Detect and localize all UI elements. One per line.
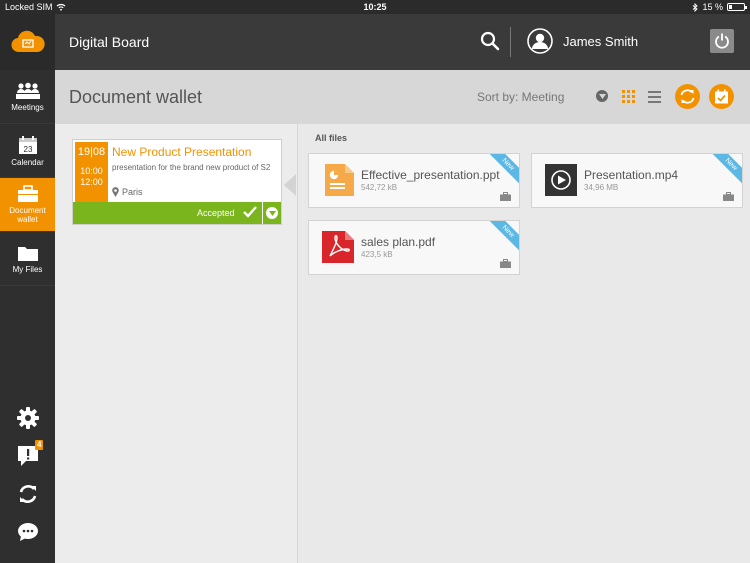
file-card[interactable]: Presentation.mp4 34,96 MB New (531, 153, 743, 208)
status-bar: Locked SIM 10:25 15 % (0, 0, 750, 14)
cloud-logo-icon (10, 30, 45, 53)
meeting-description: presentation for the brand new product o… (112, 163, 271, 172)
meeting-status-label: Accepted (197, 208, 235, 218)
logout-button[interactable] (710, 29, 734, 53)
clock: 10:25 (363, 2, 387, 12)
file-name: Effective_presentation.ppt (361, 168, 500, 182)
sync-icon (680, 89, 695, 104)
sort-label[interactable]: Sort by: Meeting (477, 90, 564, 104)
user-name: James Smith (563, 33, 639, 49)
meeting-title: New Product Presentation (112, 145, 252, 159)
app-logo (0, 14, 55, 70)
sidebar-item-calendar[interactable]: 23 Calendar (0, 124, 55, 178)
meeting-card[interactable]: 19|08 10:00 12:00 New Product Presentati… (72, 139, 282, 225)
meeting-location-label: Paris (122, 187, 143, 197)
page-title: Document wallet (69, 87, 203, 107)
notification-badge: 4 (35, 440, 44, 450)
folder-icon (17, 246, 38, 261)
video-file-icon (545, 164, 577, 196)
chevron-down-icon (598, 93, 606, 99)
check-icon (243, 206, 257, 218)
battery-icon (727, 3, 747, 11)
meeting-end-time: 12:00 (80, 177, 103, 187)
search-icon (480, 31, 500, 51)
calendar-icon: 23 (18, 135, 37, 154)
new-badge: New (710, 154, 742, 185)
calendar-check-button[interactable] (709, 84, 734, 109)
sidebar-item-my-files[interactable]: My Files (0, 232, 55, 286)
sidebar-item-label: Calendar (11, 157, 44, 167)
sidebar-item-label: My Files (12, 264, 43, 274)
sidebar-item-label: Meetings (11, 102, 44, 112)
calendar-day: 23 (23, 145, 32, 154)
file-name: sales plan.pdf (361, 235, 436, 249)
ppt-file-icon (325, 164, 354, 196)
list-icon (648, 91, 661, 103)
sidebar-item-label: Document wallet (9, 206, 46, 224)
chat-button[interactable] (0, 513, 55, 551)
app-title: Digital Board (69, 34, 150, 50)
header-divider (510, 27, 511, 57)
chevron-down-icon (268, 210, 276, 216)
meeting-panel: 19|08 10:00 12:00 New Product Presentati… (55, 124, 297, 563)
briefcase-icon (723, 192, 734, 201)
briefcase-icon (17, 185, 38, 202)
sidebar-item-document-wallet[interactable]: Document wallet (0, 178, 55, 232)
sort-dropdown-button[interactable] (596, 90, 608, 102)
gear-icon (16, 407, 39, 429)
meetings-icon (15, 82, 40, 99)
status-divider (262, 202, 263, 224)
settings-button[interactable] (0, 399, 55, 437)
files-heading: All files (315, 133, 348, 143)
meeting-date-block: 19|08 10:00 12:00 (75, 142, 108, 202)
search-button[interactable] (480, 31, 500, 56)
location-pin-icon (112, 187, 119, 197)
power-icon (715, 33, 729, 49)
sidebar: Meetings 23 Calendar Document wallet My … (0, 14, 55, 563)
toolbar: Document wallet Sort by: Meeting (55, 70, 750, 124)
file-card[interactable]: sales plan.pdf 423,5 kB New (308, 220, 520, 275)
file-size: 423,5 kB (361, 250, 393, 259)
file-name: Presentation.mp4 (584, 168, 679, 182)
meeting-location: Paris (112, 187, 143, 197)
sync-documents-button[interactable] (675, 84, 700, 109)
files-area: All files Effective_presentation.ppt 542… (297, 124, 750, 563)
meeting-status-bar: Accepted (73, 202, 281, 224)
notifications-button[interactable]: 4 (0, 437, 55, 475)
meeting-date: 19|08 (77, 146, 106, 158)
file-card[interactable]: Effective_presentation.ppt 542,72 kB New (308, 153, 520, 208)
bluetooth-icon (693, 2, 699, 12)
briefcase-icon (500, 259, 511, 268)
briefcase-icon (500, 192, 511, 201)
calendar-check-icon (715, 89, 728, 104)
panel-pointer (284, 174, 296, 196)
grid-view-button[interactable] (622, 90, 635, 108)
sync-button[interactable] (0, 475, 55, 513)
user-profile[interactable]: James Smith (527, 28, 638, 54)
battery-percent: 15 % (702, 2, 723, 12)
app-header: Digital Board James Smith (55, 14, 750, 70)
file-size: 34,96 MB (584, 183, 619, 192)
meeting-start-time: 10:00 (80, 166, 103, 176)
status-dropdown-button[interactable] (266, 207, 278, 219)
new-badge: New (487, 221, 519, 252)
list-view-button[interactable] (648, 90, 661, 108)
file-size: 542,72 kB (361, 183, 398, 192)
sidebar-item-meetings[interactable]: Meetings (0, 70, 55, 124)
chat-icon (17, 523, 38, 541)
grid-icon (622, 90, 635, 103)
sync-icon (19, 485, 36, 503)
avatar-icon (527, 28, 553, 54)
pdf-file-icon (322, 231, 354, 263)
